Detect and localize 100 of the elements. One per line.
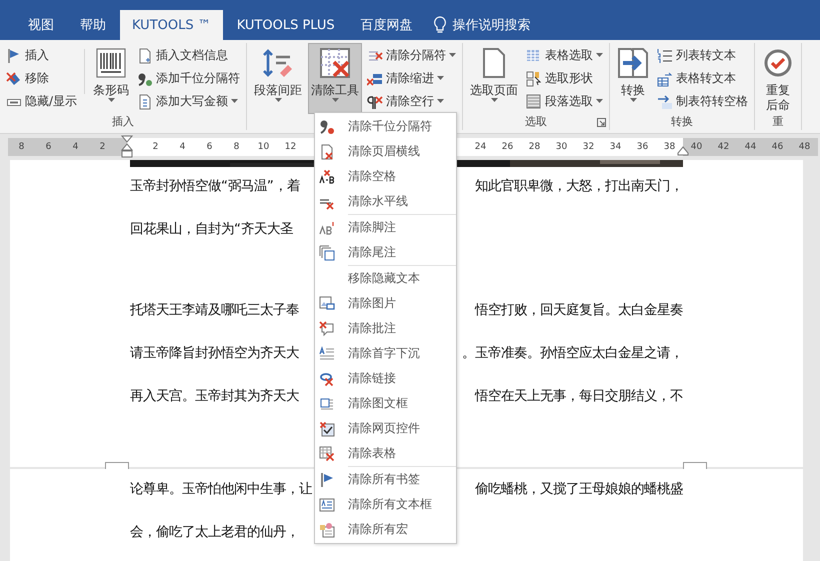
menu-item[interactable]: 清除所有书签 [315,467,456,492]
document-text: 请玉帝降旨封孙悟空为齐天大 [130,344,299,363]
ribbon-button[interactable]: 段落选取 [524,91,606,112]
ruler-number: 40 [690,142,704,152]
footnote-icon [319,220,335,236]
link-icon [319,370,335,386]
ribbon-button[interactable]: 选取形状 [524,68,606,89]
group-label: 转换 [671,115,694,128]
ribbon-tab[interactable]: KUTOOLS ™ [120,10,223,40]
menu-item[interactable]: 清除尾注 [315,240,456,265]
ruler-number: 28 [528,142,542,152]
ribbon-button[interactable]: 清除分隔符 [365,45,458,66]
indent-marker-icon[interactable] [121,135,133,159]
menu-item[interactable]: 清除首字下沉 [315,341,456,366]
convert-icon [617,47,650,79]
ruler-number: 8 [232,142,240,152]
ruler-number: 36 [636,142,650,152]
lightbulb-icon[interactable] [432,16,447,34]
picture-icon [319,296,335,312]
menu-item[interactable]: 清除图片 [315,291,456,316]
ribbon-tab[interactable]: 百度网盘 [348,10,425,40]
menu-item[interactable]: 清除脚注 [315,215,456,240]
document-text: 托塔天王李靖及哪吒三太子奉 [130,302,299,320]
ribbon-button[interactable]: 段落间距 [251,43,306,114]
ribbon-tab[interactable]: KUTOOLS PLUS [224,10,347,40]
document-icon [137,94,154,110]
checkbox-icon [319,420,335,436]
indent-marker-icon[interactable] [677,146,689,156]
document-icon [319,144,335,160]
ribbon-button[interactable]: 插入 [4,45,80,66]
menu-item[interactable]: 清除千位分隔符 [315,114,456,139]
table-text-icon [657,70,674,86]
ruler-number: 6 [44,142,52,152]
menu-item[interactable]: 移除隐藏文本 [315,266,456,291]
ruler-number: 4 [72,142,80,152]
comma-icon [137,70,154,86]
dialog-launcher-icon[interactable] [597,118,606,127]
document-text: 回花果山，自封为“齐天大圣 [130,220,293,239]
ribbon-button[interactable]: 移除 [4,68,80,89]
ribbon-button[interactable]: 重复 后命 [759,43,798,114]
document-text: 玉帝封孙悟空做“弼马温”，着 [130,178,300,196]
menu-item[interactable]: 清除链接 [315,366,456,391]
ruler-number: 10 [256,142,270,152]
ruler-number: 44 [744,142,758,152]
ribbon-button[interactable]: 列表转文本 [655,45,750,66]
ruler-number: 48 [798,142,812,152]
ribbon-button[interactable]: 添加千位分隔符 [135,68,242,89]
ribbon-button[interactable]: 选取页面 [467,43,522,114]
paragraph-select-icon [526,94,542,110]
document-text: 论尊卑。玉帝怕他闲中生事，让 [130,480,312,499]
ribbon-button[interactable]: 清除工具 [308,43,362,114]
ruler-number: 4 [178,142,186,152]
ribbon-button[interactable]: 表格转文本 [655,68,750,89]
ruler-number: 2 [152,142,160,152]
menu-item[interactable]: 清除水平线 [315,189,456,214]
ribbon-button[interactable]: 表格选取 [524,45,606,66]
menu-item[interactable]: 清除图文框 [315,391,456,416]
numbered-list-icon [657,48,674,64]
tab-arrow-icon [657,94,674,110]
space-icon [319,168,335,184]
comment-icon [319,320,335,336]
ribbon-button[interactable]: 制表符转空格 [655,91,750,112]
group-label: 重 [772,115,784,128]
remove-icon [6,70,22,86]
ribbon-button[interactable]: 清除缩进 [365,68,458,89]
ruler-number: 8 [18,142,26,152]
menu-item[interactable]: 清除所有文本框 [315,492,456,517]
spacing-icon [262,47,294,79]
barcode-icon [95,47,128,79]
pages-icon [319,244,335,260]
ruler-number: 34 [608,142,622,152]
shape-select-icon [526,70,542,86]
document-text: 偷吃蟠桃，又搅了王母娘娘的蟠桃盛 [475,480,683,499]
document-text: 再入天宫。玉帝封其为齐天大 [130,388,299,406]
menu-item[interactable]: 清除表格 [315,441,456,466]
menu-item[interactable]: 清除空格 [315,164,456,189]
text-box-icon [319,496,335,512]
search-label[interactable]: 操作说明搜索 [452,16,531,34]
ribbon-button[interactable]: 添加大写金额 [135,91,242,112]
document-text: 会，偷吃了太上老君的仙丹， [130,524,299,542]
ribbon-button[interactable]: 条形码 [90,43,132,114]
ribbon-button[interactable]: 插入文档信息 [135,45,242,66]
macro-icon [319,522,335,538]
comma-icon [319,118,335,134]
ribbon-button[interactable]: 转换 [614,43,652,114]
ribbon-button[interactable]: 清除空行 [365,91,458,112]
ribbon-tab[interactable]: 视图 [16,10,66,40]
menu-item[interactable]: 清除页眉横线 [315,139,456,164]
menu-item[interactable]: 清除网页控件 [315,416,456,441]
document-text: 悟空打败，回天庭复旨。太白金星奏 [475,302,683,320]
document-icon [137,48,154,64]
ruler-number: 42 [716,142,730,152]
ruler-number: 32 [582,142,596,152]
ribbon-button[interactable]: 隐藏/显示 [4,91,80,112]
menu-item[interactable]: 清除所有宏 [315,517,456,542]
ribbon-tab[interactable]: 帮助 [68,10,118,40]
menu-item[interactable]: 清除批注 [315,316,456,341]
ruler-number: 6 [206,142,214,152]
frame-icon [319,396,335,412]
group-label: 插入 [112,115,134,128]
